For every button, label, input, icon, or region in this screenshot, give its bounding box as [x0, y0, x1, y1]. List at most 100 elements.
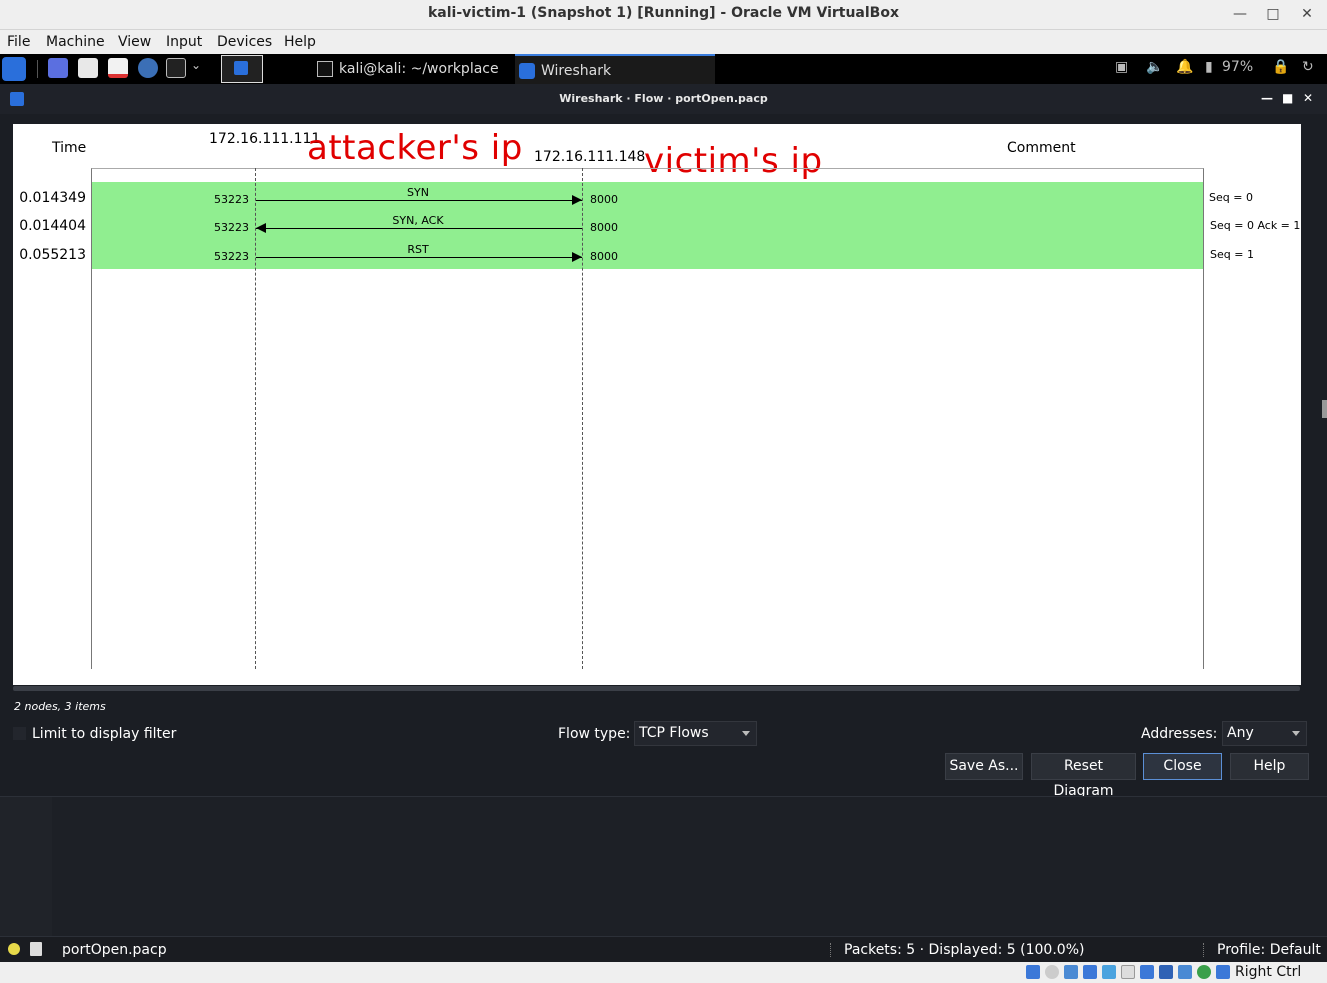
flow-type-label: Flow type:: [558, 726, 631, 742]
victim-lifeline: [582, 168, 583, 669]
chevron-down-icon: [1292, 731, 1300, 736]
audio-icon[interactable]: [1064, 965, 1078, 979]
task-terminal[interactable]: kali@kali: ~/workplace: [313, 54, 513, 84]
host-titlebar: kali-victim-1 (Snapshot 1) [Running] - O…: [0, 0, 1327, 30]
arrow-right: [256, 257, 582, 258]
flow-info-label: 2 nodes, 3 items: [14, 700, 106, 713]
vertical-scrollbar[interactable]: [1322, 400, 1327, 418]
maximize-icon[interactable]: ■: [1282, 91, 1293, 105]
flow-type-value: TCP Flows: [639, 725, 709, 741]
menu-help[interactable]: Help: [284, 34, 316, 50]
refresh-icon[interactable]: ↻: [1302, 59, 1314, 75]
wireshark-statusbar: portOpen.pacp Packets: 5 · Displayed: 5 …: [0, 936, 1327, 962]
minimize-icon[interactable]: —: [1228, 3, 1252, 25]
addresses-value: Any: [1227, 725, 1254, 741]
dialog-titlebar: Wireshark · Flow · portOpen.pacp — ■ ✕: [0, 84, 1327, 114]
workspace-preview[interactable]: [221, 55, 263, 83]
limit-filter-label[interactable]: Limit to display filter: [32, 726, 176, 742]
row-dst-port: 8000: [590, 250, 618, 263]
task-wireshark[interactable]: Wireshark: [515, 54, 715, 84]
horizontal-scrollbar[interactable]: [13, 686, 1300, 691]
row-comment: Seq = 1: [1210, 248, 1254, 261]
display-icon[interactable]: [1140, 965, 1154, 979]
network-icon[interactable]: [1083, 965, 1097, 979]
battery-icon[interactable]: ▮: [1205, 59, 1213, 75]
recording-icon[interactable]: [1159, 965, 1173, 979]
maximize-icon[interactable]: □: [1261, 3, 1285, 25]
row-dst-port: 8000: [590, 193, 618, 206]
task-wireshark-label: Wireshark: [541, 63, 612, 79]
expert-info-icon[interactable]: [8, 943, 20, 955]
close-button[interactable]: Close: [1143, 753, 1222, 780]
wireshark-fin-icon: [519, 63, 535, 79]
help-button[interactable]: Help: [1230, 753, 1309, 780]
keyboard-icon[interactable]: [1216, 965, 1230, 979]
status-divider: [1203, 943, 1204, 957]
guest-top-panel: ⌄ kali@kali: ~/workplace Wireshark ▣ 🔈 🔔…: [0, 54, 1327, 84]
wireshark-fin-icon: [234, 61, 248, 75]
row-time: 0.014404: [19, 218, 86, 234]
time-header: Time: [52, 140, 87, 156]
main-window-sidebar: [0, 797, 52, 936]
panel-separator: [37, 60, 38, 78]
menu-machine[interactable]: Machine: [46, 34, 105, 50]
row-label: SYN, ACK: [392, 214, 444, 227]
flow-type-select[interactable]: TCP Flows: [634, 721, 757, 746]
limit-filter-checkbox[interactable]: [13, 727, 26, 740]
desktop-icon[interactable]: [48, 58, 68, 78]
usb-icon[interactable]: [1102, 965, 1116, 979]
minimize-icon[interactable]: —: [1261, 91, 1273, 105]
attacker-annotation: attacker's ip: [307, 128, 523, 168]
node-attacker-ip: 172.16.111.111: [209, 131, 321, 147]
terminal-launcher-icon[interactable]: [166, 58, 186, 78]
task-terminal-label: kali@kali: ~/workplace: [339, 61, 499, 77]
row-time: 0.055213: [19, 247, 86, 263]
volume-icon[interactable]: 🔈: [1146, 59, 1163, 75]
row-src-port: 53223: [214, 193, 249, 206]
file-manager-icon[interactable]: [78, 58, 98, 78]
chevron-down-icon: [742, 731, 750, 736]
browser-icon[interactable]: [138, 58, 158, 78]
comment-header: Comment: [1007, 140, 1076, 156]
close-icon[interactable]: ✕: [1303, 91, 1313, 105]
reset-diagram-button[interactable]: Reset Diagram: [1031, 753, 1136, 799]
save-as-button[interactable]: Save As...: [945, 753, 1023, 780]
virtualization-icon[interactable]: [1178, 965, 1192, 979]
kali-menu-icon[interactable]: [2, 57, 26, 81]
addresses-label: Addresses:: [1141, 726, 1218, 742]
chevron-down-icon[interactable]: ⌄: [191, 58, 201, 72]
hard-disk-icon[interactable]: [1026, 965, 1040, 979]
capture-filename: portOpen.pacp: [62, 942, 167, 958]
dialog-title: Wireshark · Flow · portOpen.pacp: [559, 92, 768, 105]
arrow-left: [256, 228, 582, 229]
row-label: SYN: [407, 186, 429, 199]
row-time: 0.014349: [19, 190, 86, 206]
arrow-right: [256, 200, 582, 201]
shared-folders-icon[interactable]: [1121, 965, 1135, 979]
capture-comment-icon[interactable]: [30, 942, 42, 956]
row-dst-port: 8000: [590, 221, 618, 234]
terminal-icon: [317, 61, 333, 77]
text-editor-icon[interactable]: [108, 58, 128, 78]
packet-counts: Packets: 5 · Displayed: 5 (100.0%): [844, 942, 1085, 958]
arrow-head-right-icon: [572, 252, 582, 262]
lock-icon[interactable]: 🔒: [1272, 59, 1289, 75]
addresses-select[interactable]: Any: [1222, 721, 1307, 746]
close-icon[interactable]: ✕: [1295, 3, 1319, 25]
main-window-background: [0, 796, 1327, 936]
display-icon[interactable]: ▣: [1115, 59, 1128, 75]
status-divider: [830, 943, 831, 957]
arrow-head-right-icon: [572, 195, 582, 205]
menu-devices[interactable]: Devices: [217, 34, 272, 50]
host-menubar: File Machine View Input Devices Help: [0, 30, 1327, 54]
row-comment: Seq = 0: [1209, 191, 1253, 204]
menu-input[interactable]: Input: [166, 34, 202, 50]
menu-view[interactable]: View: [118, 34, 151, 50]
profile-label[interactable]: Profile: Default: [1217, 942, 1321, 958]
notification-bell-icon[interactable]: 🔔: [1176, 59, 1193, 75]
optical-drive-icon[interactable]: [1045, 965, 1059, 979]
mouse-integration-icon[interactable]: [1197, 965, 1211, 979]
row-src-port: 53223: [214, 250, 249, 263]
node-victim-ip: 172.16.111.148: [534, 149, 646, 165]
menu-file[interactable]: File: [7, 34, 30, 50]
